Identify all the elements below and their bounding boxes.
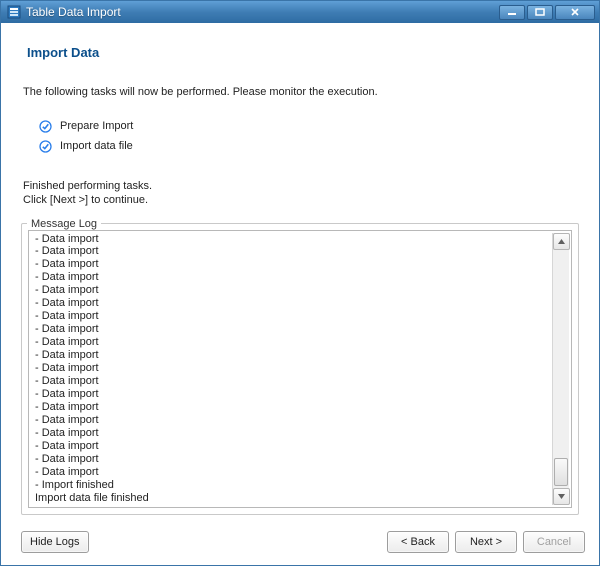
- footer: Hide Logs < Back Next > Cancel: [1, 523, 599, 565]
- close-button[interactable]: [555, 5, 595, 20]
- back-button[interactable]: < Back: [387, 531, 449, 553]
- task-row: Prepare Import: [39, 116, 581, 136]
- instruction-text: The following tasks will now be performe…: [23, 86, 581, 98]
- scroll-down-button[interactable]: [553, 488, 570, 505]
- message-log-group: Message Log - Data import - Data import …: [21, 218, 579, 516]
- message-log-box: - Data import - Data import - Data impor…: [28, 230, 572, 509]
- task-label: Prepare Import: [60, 120, 133, 132]
- status-line: Finished performing tasks.: [23, 180, 581, 194]
- scroll-thumb[interactable]: [554, 458, 568, 486]
- dialog-window: Table Data Import Import Data The follow…: [0, 0, 600, 566]
- status-block: Finished performing tasks. Click [Next >…: [23, 180, 581, 208]
- next-button[interactable]: Next >: [455, 531, 517, 553]
- scrollbar[interactable]: [552, 233, 569, 506]
- minimize-button[interactable]: [499, 5, 525, 20]
- task-list: Prepare Import Import data file: [39, 116, 581, 156]
- window-buttons: [499, 5, 595, 20]
- scroll-track[interactable]: [553, 250, 569, 489]
- task-label: Import data file: [60, 140, 133, 152]
- content-area: Import Data The following tasks will now…: [1, 23, 599, 523]
- cancel-button: Cancel: [523, 531, 585, 553]
- title-bar[interactable]: Table Data Import: [1, 1, 599, 23]
- checkmark-icon: [39, 120, 52, 133]
- status-line: Click [Next >] to continue.: [23, 194, 581, 208]
- page-title: Import Data: [27, 45, 581, 60]
- message-log-border: - Data import - Data import - Data impor…: [21, 223, 579, 516]
- scroll-up-button[interactable]: [553, 233, 570, 250]
- message-log-text[interactable]: - Data import - Data import - Data impor…: [35, 233, 552, 506]
- task-row: Import data file: [39, 136, 581, 156]
- message-log-legend: Message Log: [27, 218, 101, 230]
- checkmark-icon: [39, 140, 52, 153]
- maximize-button[interactable]: [527, 5, 553, 20]
- app-icon: [7, 5, 21, 19]
- hide-logs-button[interactable]: Hide Logs: [21, 531, 89, 553]
- window-title: Table Data Import: [26, 5, 499, 19]
